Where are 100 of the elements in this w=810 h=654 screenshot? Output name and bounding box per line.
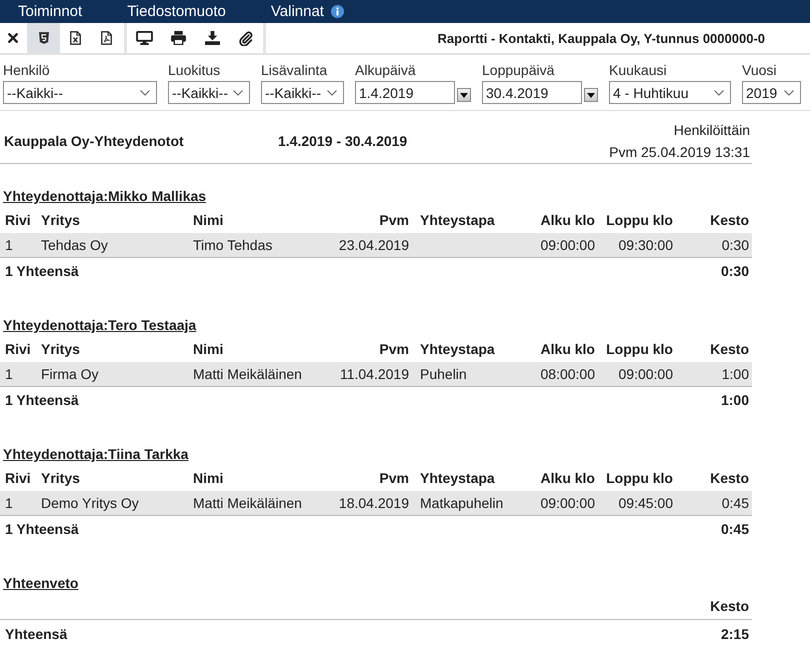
column-header: Yritys <box>41 470 80 486</box>
column-header: Rivi <box>5 470 31 486</box>
total-value: 0:30 <box>720 263 749 279</box>
chevron-down-icon <box>327 90 337 96</box>
chevron-down-icon <box>714 90 724 96</box>
column-header: Pvm <box>379 212 409 228</box>
dropdown-button[interactable] <box>584 88 598 102</box>
spreadsheet-file-icon <box>70 31 81 45</box>
chevron-down-icon <box>233 90 243 96</box>
table-cell: 1 <box>5 366 13 382</box>
section-heading: Yhteenveto <box>3 575 78 591</box>
column-header: Yhteystapa <box>420 340 495 356</box>
toolbar-button[interactable] <box>27 23 60 53</box>
table-cell: Tehdas Oy <box>41 237 108 253</box>
table-cell: 23.04.2019 <box>338 237 409 253</box>
report-timestamp: Pvm 25.04.2019 13:31 <box>609 142 750 162</box>
table-cell: 09:00:00 <box>540 237 595 253</box>
table-cell: Timo Tehdas <box>193 237 272 253</box>
column-header: Alku klo <box>540 212 595 228</box>
column-header: Alku klo <box>540 470 595 486</box>
table-cell: 08:00:00 <box>540 366 595 382</box>
report-period: 1.4.2019 - 30.4.2019 <box>278 132 408 148</box>
download-icon <box>204 31 220 45</box>
date-field[interactable]: 1.4.2019 <box>355 81 455 104</box>
table-cell: 09:00:00 <box>540 495 595 511</box>
table-cell: Demo Yritys Oy <box>41 495 139 511</box>
filter-label: Alkupäivä <box>355 62 417 79</box>
date-field[interactable]: 30.4.2019 <box>482 81 582 104</box>
table-cell: 18.04.2019 <box>338 495 409 511</box>
pdf-file-icon <box>101 31 112 45</box>
report-title: Kauppala Oy-Yhteydenotot <box>3 132 185 148</box>
toolbar-title: Raportti - Kontakti, Kauppala Oy, Y-tunnus 0000000-0 <box>436 30 766 46</box>
column-header: Kesto <box>710 212 749 228</box>
dropdown[interactable]: 4 - Huhtikuu <box>609 81 731 104</box>
total-value: 2:15 <box>720 626 749 642</box>
table-cell: 0:30 <box>722 237 749 253</box>
column-header: Kesto <box>710 470 749 486</box>
total-label: 1 Yhteensä <box>5 521 79 537</box>
total-label: 1 Yhteensä <box>5 263 79 279</box>
shield-icon <box>38 32 48 44</box>
table-cell: 09:45:00 <box>618 495 673 511</box>
column-header: Yhteystapa <box>420 212 495 228</box>
table-cell: Matti Meikäläinen <box>193 366 302 382</box>
table-cell: 1:00 <box>722 366 749 382</box>
printer-icon <box>170 31 186 45</box>
total-value: 1:00 <box>720 392 749 408</box>
column-header: Yhteystapa <box>420 470 495 486</box>
menu-item[interactable]: Valinnat <box>270 2 324 20</box>
dropdown[interactable]: --Kaikki-- <box>261 81 344 104</box>
filter-label: Luokitus <box>168 62 222 79</box>
caret-icon <box>460 92 468 98</box>
filter-label: Lisävalinta <box>261 62 328 79</box>
monitor-icon <box>136 31 152 45</box>
column-header: Pvm <box>379 340 409 356</box>
caret-icon <box>587 92 595 98</box>
menu-item[interactable]: Tiedostomuoto <box>127 2 226 20</box>
column-header: Kesto <box>710 598 749 614</box>
column-header: Yritys <box>41 340 80 356</box>
column-header: Loppu klo <box>606 212 673 228</box>
column-header: Nimi <box>193 212 224 228</box>
dropdown[interactable]: 2019 <box>742 81 801 104</box>
chevron-down-icon <box>140 90 150 96</box>
info-icon[interactable] <box>330 5 344 18</box>
section-heading: Yhteydenottaja:Tero Testaaja <box>3 317 196 333</box>
column-header: Nimi <box>193 340 224 356</box>
table-cell: Matkapuhelin <box>420 495 504 511</box>
table-cell: Puhelin <box>420 366 467 382</box>
table-cell: Firma Oy <box>41 366 99 382</box>
column-header: Alku klo <box>540 340 595 356</box>
column-header: Loppu klo <box>606 340 673 356</box>
dropdown-button[interactable] <box>457 88 471 102</box>
section-heading: Yhteydenottaja:Tiina Tarkka <box>3 446 188 462</box>
total-label: 1 Yhteensä <box>5 392 79 408</box>
table-cell: Matti Meikäläinen <box>193 495 302 511</box>
close-icon <box>8 33 18 43</box>
filter-label: Kuukausi <box>609 62 668 79</box>
table-cell: 0:45 <box>722 495 749 511</box>
paperclip-icon <box>239 30 253 46</box>
total-label: Yhteensä <box>5 626 68 642</box>
column-header: Nimi <box>193 470 224 486</box>
filter-label: Vuosi <box>742 62 778 79</box>
total-value: 0:45 <box>720 521 749 537</box>
table-cell: 1 <box>5 237 13 253</box>
table-cell: 09:30:00 <box>618 237 673 253</box>
column-header: Rivi <box>5 212 31 228</box>
chevron-down-icon <box>784 90 794 96</box>
column-header: Loppu klo <box>606 470 673 486</box>
table-cell: 11.04.2019 <box>340 366 409 382</box>
table-cell: 09:00:00 <box>618 366 673 382</box>
dropdown[interactable]: --Kaikki-- <box>3 81 157 104</box>
report-grouping: Henkilöittäin <box>674 120 750 140</box>
table-cell: 1 <box>5 495 13 511</box>
section-heading: Yhteydenottaja:Mikko Mallikas <box>3 188 206 204</box>
column-header: Kesto <box>710 340 749 356</box>
column-header: Rivi <box>5 340 31 356</box>
menu-item[interactable]: Toiminnot <box>18 2 82 20</box>
column-header: Pvm <box>379 470 409 486</box>
dropdown[interactable]: --Kaikki-- <box>168 81 250 104</box>
filter-label: Loppupäivä <box>482 62 556 79</box>
column-header: Yritys <box>41 212 80 228</box>
